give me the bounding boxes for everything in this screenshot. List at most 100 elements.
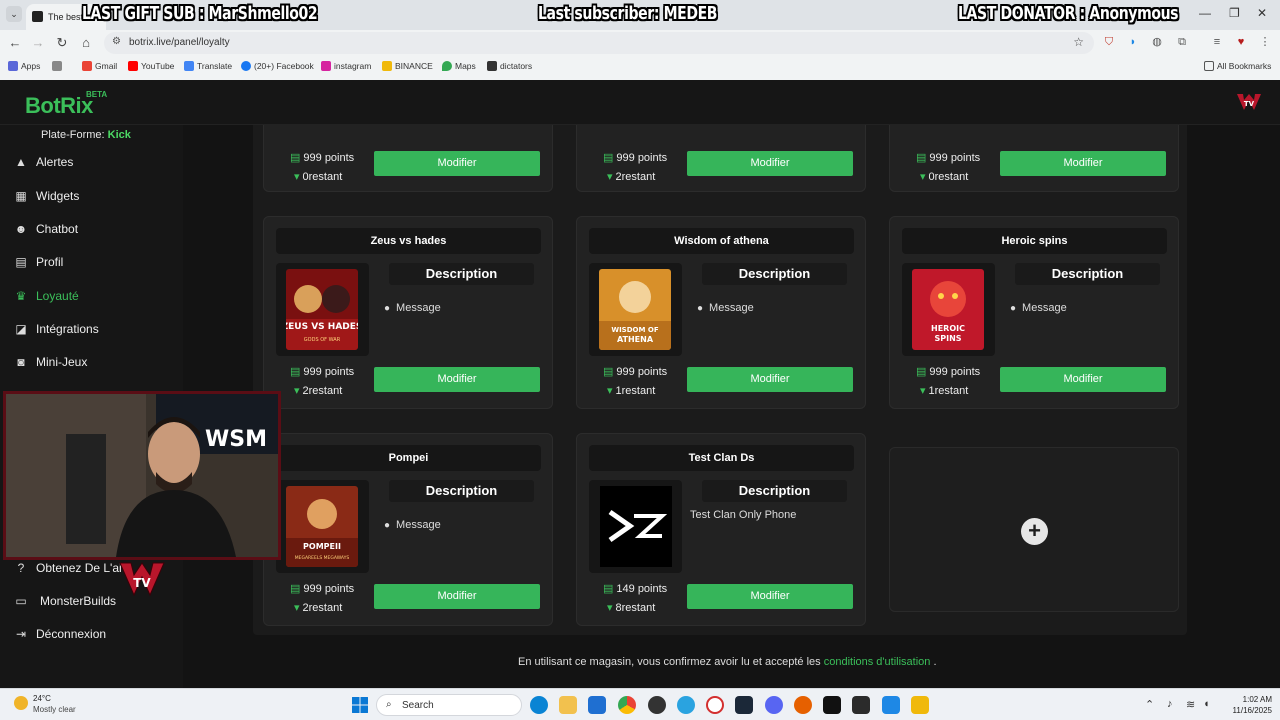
modifier-button[interactable]: Modifier (374, 151, 540, 176)
extension-shield-icon[interactable]: ⛉ (1102, 35, 1116, 49)
opera-icon[interactable] (706, 696, 724, 714)
back-icon[interactable]: ← (6, 34, 24, 52)
botrix-logo[interactable]: BotRix (25, 93, 93, 119)
edge-icon[interactable] (530, 696, 548, 714)
sidebar-item-widgets[interactable]: ▦ Widgets (14, 185, 179, 209)
beta-badge: BETA (86, 90, 108, 99)
card-remaining: ▾ 1restant (607, 385, 656, 397)
folder-icon (1204, 61, 1214, 71)
sidebar-item-chatbot[interactable]: ☻ Chatbot (14, 218, 179, 242)
tray-chevron-icon[interactable]: ⌃ (1145, 698, 1154, 711)
bookmark-star-icon[interactable]: ☆ (1073, 35, 1084, 49)
weather-icon (14, 696, 28, 710)
card-image: HEROIC SPINS (902, 263, 995, 356)
chrome-icon[interactable] (618, 696, 636, 714)
channel-watermark-icon: TV (119, 562, 165, 597)
app-header: BotRix BETA TV (0, 80, 1280, 125)
all-bookmarks[interactable]: All Bookmarks (1204, 61, 1271, 71)
card-remaining: ▾ 0restant (294, 171, 343, 183)
bookmark-binance[interactable]: BINANCE (382, 61, 433, 71)
modifier-button[interactable]: Modifier (1000, 367, 1166, 392)
card-description-heading: Description (389, 263, 534, 285)
bookmark-facebook[interactable]: (20+) Facebook (241, 61, 314, 71)
modifier-button[interactable]: Modifier (374, 584, 540, 609)
sidebar-item-alertes[interactable]: ▲ Alertes (14, 151, 179, 175)
extensions-puzzle-icon[interactable]: ⧉ (1175, 35, 1189, 49)
discord-icon[interactable] (765, 696, 783, 714)
card-remaining: ▾ 2restant (294, 602, 343, 614)
extension-globe-icon[interactable]: ◍ (1150, 35, 1164, 49)
modifier-button[interactable]: Modifier (687, 584, 853, 609)
svg-text:WISDOM OF: WISDOM OF (611, 326, 658, 334)
obs-icon[interactable] (852, 696, 870, 714)
home-icon[interactable]: ⌂ (77, 34, 95, 52)
media-controls-icon[interactable]: ≡ (1210, 35, 1224, 49)
steam-icon[interactable] (735, 696, 753, 714)
profile-avatar-icon[interactable]: ♥ (1234, 35, 1248, 49)
add-item-card[interactable]: + (889, 447, 1179, 612)
site-info-icon[interactable]: ⚙ (112, 36, 121, 47)
plus-circle-icon[interactable]: + (1021, 518, 1048, 545)
app-icon[interactable] (648, 696, 666, 714)
bookmark-apps[interactable]: Apps (8, 61, 40, 71)
card-description-heading: Description (702, 480, 847, 502)
card-description-heading: Description (702, 263, 847, 285)
capcut-icon[interactable] (823, 696, 841, 714)
forward-icon[interactable]: → (29, 34, 47, 52)
microphone-icon[interactable]: ♪ (1167, 698, 1173, 710)
bookmark-dictators[interactable]: dictators (487, 61, 532, 71)
volume-icon[interactable]: ◖ (1203, 698, 1210, 710)
file-explorer-icon[interactable] (559, 696, 577, 714)
firefox-icon[interactable] (794, 696, 812, 714)
shop-card-pompei: Pompei POMPEII MEGAREELS MEGAWAYS Descri… (263, 433, 553, 626)
svg-text:TV: TV (133, 576, 151, 590)
extension-audio-icon[interactable]: ◗ (1126, 35, 1140, 49)
svg-text:WSM: WSM (205, 427, 267, 452)
card-points: ▤ 999 points (290, 583, 355, 595)
system-clock[interactable]: 1:02 AM 11/16/2025 (1233, 694, 1272, 716)
translate-icon (184, 61, 194, 71)
store-icon[interactable] (588, 696, 606, 714)
shop-card-test-clan-ds: Test Clan Ds Description Test Clan Only … (576, 433, 866, 626)
modifier-button[interactable]: Modifier (374, 367, 540, 392)
binance-app-icon[interactable] (911, 696, 929, 714)
bookmark-gmail[interactable]: Gmail (82, 61, 117, 71)
wifi-icon[interactable]: ≋ (1186, 698, 1195, 711)
bookmark-instagram[interactable]: instagram (321, 61, 371, 71)
card-remaining: ▾ 0restant (920, 171, 969, 183)
channel-logo-icon[interactable]: TV (1236, 92, 1262, 112)
taskbar-search[interactable]: ⌕ Search (376, 694, 522, 716)
tab-search-icon[interactable]: ⌄ (6, 6, 22, 22)
telegram-icon[interactable] (677, 696, 695, 714)
modifier-button[interactable]: Modifier (1000, 151, 1166, 176)
maximize-icon[interactable]: ❐ (1229, 6, 1240, 20)
terms-link[interactable]: conditions d'utilisation (824, 656, 931, 668)
clan-logo-image (600, 486, 672, 567)
sidebar-item-deconnexion[interactable]: ⇥ Déconnexion (14, 623, 179, 647)
bookmark-translate[interactable]: Translate (184, 61, 232, 71)
navigation-bar: ← → ↻ ⌂ ⚙ botrix.live/panel/loyalty ☆ ⛉ … (0, 30, 1280, 56)
message-bubble-icon: ● (697, 303, 704, 314)
zeus-vs-hades-image: ZEUS VS HADES GODS OF WAR (286, 269, 358, 350)
card-title: Pompei (276, 445, 541, 471)
modifier-button[interactable]: Modifier (687, 367, 853, 392)
bookmark-grid[interactable] (52, 61, 65, 71)
reload-icon[interactable]: ↻ (53, 34, 71, 52)
sidebar-item-loyaute[interactable]: ♛ Loyauté (14, 285, 179, 309)
browser-menu-icon[interactable]: ⋮ (1258, 35, 1272, 49)
address-bar[interactable]: ⚙ botrix.live/panel/loyalty ☆ (104, 32, 1094, 54)
sidebar-item-profil[interactable]: ▤ Profil (14, 251, 179, 275)
sidebar-item-integrations[interactable]: ◪ Intégrations (14, 318, 179, 342)
loyalty-shop: ▤ 999 points ▾ 0restant Modifier ▤ 999 poin… (183, 125, 1280, 688)
close-icon[interactable]: ✕ (1257, 6, 1267, 20)
windows-start-icon[interactable] (351, 696, 369, 714)
cart-icon: ▾ (294, 171, 300, 183)
sidebar-item-mini-jeux[interactable]: ◙ Mini-Jeux (14, 351, 179, 375)
bookmark-maps[interactable]: Maps (442, 61, 476, 71)
minimize-icon[interactable]: — (1199, 6, 1211, 20)
card-title: Wisdom of athena (589, 228, 854, 254)
modifier-button[interactable]: Modifier (687, 151, 853, 176)
layers-icon[interactable] (882, 696, 900, 714)
bookmark-youtube[interactable]: YouTube (128, 61, 174, 71)
cart-icon: ▾ (607, 385, 613, 397)
